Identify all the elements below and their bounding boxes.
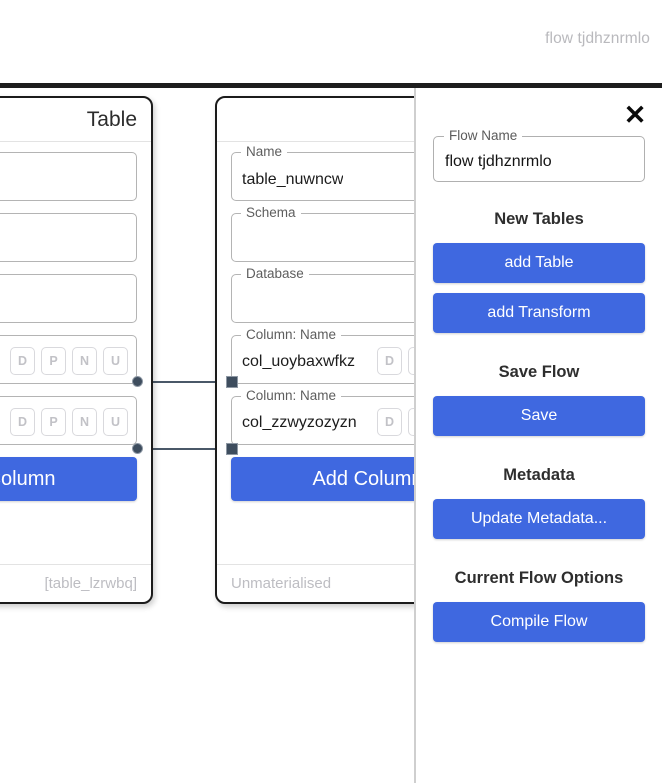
database-field[interactable] (0, 274, 137, 323)
flag-chip-d[interactable]: D (377, 408, 402, 436)
add-column-button[interactable]: Add Column (0, 457, 137, 501)
input-handle[interactable] (226, 376, 238, 388)
flow-name-label: flow tjdhznrmlo (545, 30, 650, 47)
flag-chip-u[interactable]: U (103, 408, 128, 436)
add-table-button[interactable]: add Table (433, 243, 645, 283)
schema-field-legend: Schema (241, 206, 301, 220)
save-button[interactable]: Save (433, 396, 645, 436)
output-handle[interactable] (132, 443, 143, 454)
column-row[interactable]: Column: Name D P N U (0, 335, 137, 384)
drawer-content: Flow Name flow tjdhznrmlo New Tables add… (433, 88, 645, 652)
column-flag-chips: D P N U (10, 344, 128, 375)
flag-chip-d[interactable]: D (377, 347, 402, 375)
name-field[interactable] (0, 152, 137, 201)
database-field-legend: Database (241, 267, 309, 281)
column-row-value: col_uoybaxwfkz (242, 353, 355, 370)
compile-flow-button[interactable]: Compile Flow (433, 602, 645, 642)
node-header: Table (0, 98, 151, 142)
section-title-new-tables: New Tables (494, 210, 584, 228)
close-icon[interactable]: ✕ (620, 100, 650, 130)
flag-chip-n[interactable]: N (72, 347, 97, 375)
section-title-current-flow-options: Current Flow Options (454, 569, 624, 587)
flow-settings-drawer: ✕ Flow Name flow tjdhznrmlo New Tables a… (414, 88, 662, 783)
table-node-left[interactable]: Table Column: Name (0, 96, 153, 604)
flag-chip-n[interactable]: N (72, 408, 97, 436)
flag-chip-p[interactable]: P (41, 408, 66, 436)
column-row-value: col_zzwyzozyzn (242, 414, 357, 431)
column-row[interactable]: Column: Name D P N U (0, 396, 137, 445)
column-flag-chips: D P N U (10, 405, 128, 436)
top-bar: flow tjdhznrmlo (0, 0, 662, 83)
flag-chip-u[interactable]: U (103, 347, 128, 375)
add-transform-button[interactable]: add Transform (433, 293, 645, 333)
node-footer-text: [table_lzrwbq] (44, 575, 137, 592)
flag-chip-d[interactable]: D (10, 408, 35, 436)
flow-name-legend: Flow Name (444, 129, 523, 143)
flag-chip-d[interactable]: D (10, 347, 35, 375)
flow-name-value: flow tjdhznrmlo (445, 152, 552, 170)
section-title-save-flow: Save Flow (498, 363, 580, 381)
node-title: Table (86, 107, 137, 131)
node-footer: [table_lzrwbq] (0, 564, 151, 602)
column-row-legend: Column: Name (241, 389, 342, 403)
node-footer-text: Unmaterialised (231, 575, 332, 592)
schema-field[interactable] (0, 213, 137, 262)
flow-editor-app: flow tjdhznrmlo Table D P N U D P N U ol… (0, 0, 662, 783)
section-title-metadata: Metadata (503, 466, 575, 484)
update-metadata-button[interactable]: Update Metadata... (433, 499, 645, 539)
name-field-value: table_nuwncw (242, 170, 344, 188)
input-handle[interactable] (226, 443, 238, 455)
column-row-legend: Column: Name (241, 328, 342, 342)
output-handle[interactable] (132, 376, 143, 387)
name-field-legend: Name (241, 145, 288, 159)
node-body: Column: Name D P N U Column: Name D P (0, 142, 151, 564)
flag-chip-p[interactable]: P (41, 347, 66, 375)
flow-name-input[interactable]: Flow Name flow tjdhznrmlo (433, 129, 645, 182)
